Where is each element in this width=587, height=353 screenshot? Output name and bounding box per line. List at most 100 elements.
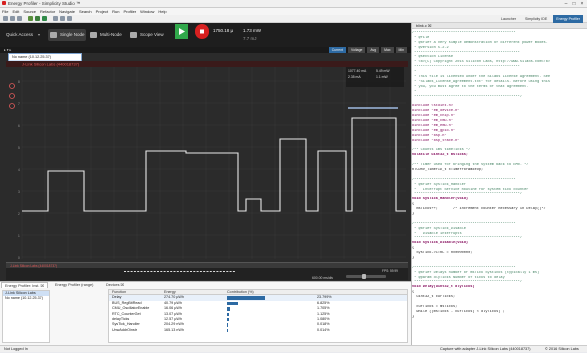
overview-mark (124, 271, 126, 272)
tab-energy-profiler-range[interactable]: Energy Profiler (range) (52, 282, 96, 288)
y-tick-label: 1 (18, 234, 20, 238)
overview-mark (216, 271, 219, 272)
overview-mark (193, 271, 196, 272)
source-code[interactable]: /***************************************… (412, 31, 587, 345)
y-tick-label: 2 (18, 212, 20, 216)
y-tick-label: 4 (18, 168, 20, 172)
overview-mark (150, 271, 153, 272)
chevron-down-icon[interactable]: ▾ (38, 32, 40, 37)
window-title: Energy Profiler - Simplicity Studio ™ (8, 1, 81, 6)
mode-scope-view[interactable]: Scope View (128, 29, 170, 41)
run-icon[interactable] (42, 16, 47, 21)
search-icon[interactable] (53, 16, 58, 21)
menu-item-8[interactable]: Profiler (123, 9, 136, 14)
fps-label: FPS: 59.99 (382, 269, 398, 273)
energy-readout: 7.7 mJ (243, 36, 257, 41)
cell-contribution: 0.014% (317, 327, 330, 332)
stop-button[interactable] (195, 24, 209, 39)
chart-control-3[interactable]: Max (381, 47, 394, 53)
perspective-launcher[interactable]: Launcher (498, 15, 519, 23)
contribution-bar (227, 328, 228, 333)
zoom-slider-handle[interactable] (362, 274, 366, 279)
readout-2: 2.35 mA (348, 75, 361, 79)
overview-mark (133, 271, 136, 272)
editor-tab-blink-c[interactable]: blink.c ☒ (412, 24, 431, 28)
overview-mark (203, 271, 206, 272)
print-icon[interactable] (17, 16, 22, 21)
mode-multi-node[interactable]: Multi-Node (88, 29, 126, 41)
overview-mark (163, 271, 166, 272)
chart-control-0[interactable]: Current (328, 47, 347, 53)
minimize-icon[interactable]: – (562, 1, 570, 7)
overview-mark (186, 271, 189, 272)
perspective-switcher: Launcher Simplicity IDE Energy Profiler (496, 15, 583, 23)
overview-background (6, 268, 408, 280)
quick-access-label[interactable]: Quick Access (6, 32, 33, 37)
overview-mark (209, 271, 212, 272)
title-bar: Energy Profiler - Simplicity Studio ™ – … (0, 0, 587, 8)
y-tick-label: 8 (18, 80, 20, 84)
close-icon[interactable]: × (578, 1, 586, 7)
menu-bar: File Edit Source Refactor Navigate Search Proj… (0, 8, 587, 15)
record-button[interactable] (175, 24, 188, 39)
play-icon (179, 28, 185, 35)
build-icon[interactable] (28, 16, 33, 21)
contribution-bar (227, 317, 229, 322)
menu-item-5[interactable]: Search (79, 9, 92, 14)
forward-icon[interactable] (67, 16, 72, 21)
new-icon[interactable] (3, 16, 8, 21)
menu-item-0[interactable]: File (2, 9, 8, 14)
energy-chart[interactable]: J-Link Silicon Labs (440018737) 8 7 6 5 4 3 2 1… (6, 61, 408, 261)
tab-devices[interactable]: Devices ☒ (103, 282, 127, 288)
overview-mark (180, 271, 183, 272)
tab-energy-profiler-inst[interactable]: Energy Profiler: Inst. ☒ (1, 282, 48, 288)
menu-item-7[interactable]: Run (112, 9, 119, 14)
perspective-energy-profiler[interactable]: Energy Profiler (553, 15, 583, 23)
y-tick-label: 5 (18, 146, 20, 150)
current-readout: 1750.18 µ (213, 28, 234, 33)
overview-mark (147, 271, 150, 272)
overview-mark (213, 271, 216, 272)
menu-item-9[interactable]: Window (140, 9, 154, 14)
mode-single-node[interactable]: Single Node (48, 29, 86, 41)
menu-item-1[interactable]: Edit (12, 9, 19, 14)
overview-mark (143, 271, 146, 272)
menu-item-3[interactable]: Refactor (40, 9, 55, 14)
overview-mark (219, 271, 222, 272)
overview-mark (223, 271, 225, 272)
power-readout: 1.73 mW (243, 28, 262, 33)
timeline-overview[interactable]: FPS: 59.99 600.00 ms/div (6, 268, 408, 280)
menu-item-4[interactable]: Navigate (59, 9, 75, 14)
menu-item-2[interactable]: Source (23, 9, 36, 14)
chart-header-label: ▸ ▾ ▸ (4, 48, 12, 52)
overview-mark (232, 271, 235, 272)
overview-mark (127, 271, 130, 272)
scope-view-icon (130, 32, 137, 38)
chart-control-4[interactable]: Min (395, 47, 407, 53)
menu-item-6[interactable]: Project (96, 9, 108, 14)
overview-mark (166, 271, 169, 272)
save-icon[interactable] (10, 16, 15, 21)
menu-item-10[interactable]: Help (158, 9, 166, 14)
profile-item-1[interactable]: No name (10.12.25.37) (3, 296, 49, 301)
overview-mark (140, 271, 143, 272)
back-icon[interactable] (60, 16, 65, 21)
overview-mark (190, 271, 192, 272)
status-bar: Not Logged In Capture with adapter J-Lin… (0, 345, 587, 352)
table-row[interactable]: UnwAddrOinstr 165.13 nWh 0.014% (109, 328, 407, 333)
chart-control-1[interactable]: Voltage (348, 47, 366, 53)
chart-control-2[interactable]: Avg (367, 47, 380, 53)
contribution-bar (227, 296, 266, 300)
perspective-ide[interactable]: Simplicity IDE (522, 15, 550, 23)
y-tick-label: 7 (18, 102, 20, 106)
overview-mark (199, 271, 202, 272)
maximize-icon[interactable]: □ (570, 1, 578, 7)
y-tick-label: 6 (18, 124, 20, 128)
overview-mark (130, 271, 133, 272)
overview-mark (206, 271, 209, 272)
readout-3: 1.1 mW (376, 75, 388, 79)
profile-list: J-Link Silicon Labs No name (10.12.25.37… (2, 290, 50, 343)
debug-icon[interactable] (35, 16, 40, 21)
readout-0: 1077.40 mA (348, 69, 367, 73)
